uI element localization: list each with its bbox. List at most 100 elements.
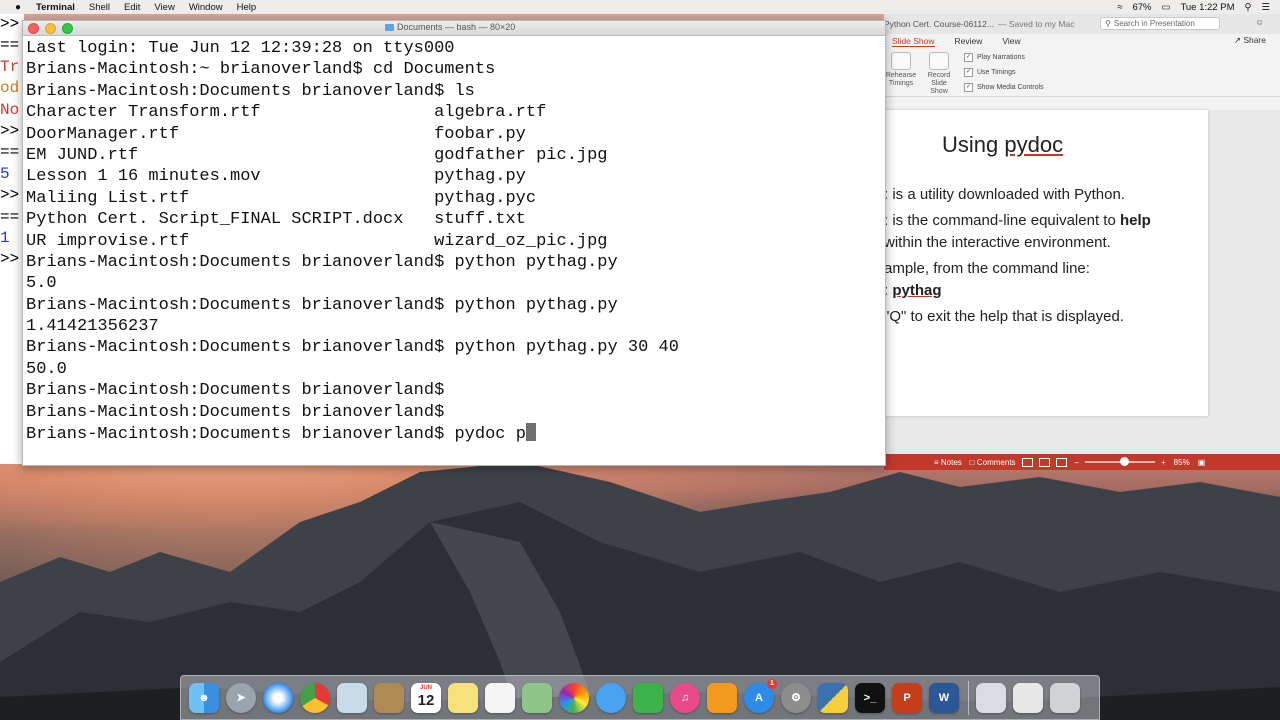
menu-window[interactable]: Window (189, 2, 223, 13)
notes-icon: ≡ (934, 457, 941, 467)
share-button[interactable]: ↗ Share (1234, 35, 1266, 46)
notes-icon[interactable] (448, 682, 478, 713)
tab-slide-show[interactable]: Slide Show (892, 36, 935, 47)
calendar-icon[interactable]: JUN 12 (411, 682, 441, 713)
comments-label: Comments (976, 457, 1016, 467)
slideshow-view-icon[interactable] (1055, 457, 1067, 467)
documents-icon[interactable] (1013, 682, 1043, 713)
facetime-icon[interactable] (633, 682, 663, 713)
fit-window-icon[interactable]: ▣ (1198, 458, 1206, 467)
slide-title: Using pydoc (942, 132, 1063, 158)
tab-review[interactable]: Review (955, 36, 983, 46)
shell-line: od (0, 79, 20, 98)
checkbox-box[interactable]: ✓ (964, 53, 973, 62)
messages-icon[interactable] (596, 682, 626, 713)
checkbox-use-timings[interactable]: ✓ Use Timings (964, 65, 1044, 80)
bullet-text: within the interactive environment. (884, 234, 1111, 251)
smiley-feedback-icon[interactable]: ☺ (1255, 17, 1264, 27)
battery-icon[interactable]: ▭ (1161, 2, 1170, 13)
menu-shell[interactable]: Shell (89, 2, 110, 13)
itunes-icon[interactable]: ♫ (670, 682, 700, 713)
word-icon[interactable]: W (929, 682, 959, 713)
zoom-slider[interactable] (1085, 457, 1155, 466)
menu-extras: ≈ 67% ▭ Tue 1:22 PM ⚲ ☰ (1117, 0, 1280, 14)
wifi-icon[interactable]: ≈ (1117, 2, 1122, 13)
checkbox-box[interactable]: ✓ (964, 83, 973, 92)
zoom-slider-knob[interactable] (1120, 457, 1129, 466)
slide-sorter-icon[interactable] (1038, 457, 1050, 467)
terminal-prompt-line[interactable]: Brians-Macintosh:Documents brianoverland… (26, 423, 885, 444)
slide-bullet: : is the command-line equivalent to help (884, 212, 1151, 229)
ppt-titlebar[interactable]: Python Cert. Course-06112... — Saved to … (884, 14, 1280, 34)
close-button[interactable] (28, 23, 39, 34)
terminal-titlebar[interactable]: Documents — bash — 80×20 (23, 21, 885, 36)
shell-line: 1 (0, 229, 10, 248)
menu-edit[interactable]: Edit (124, 2, 140, 13)
checkbox-label: Show Media Controls (977, 84, 1044, 91)
apple-menu-icon[interactable]: ● (10, 2, 26, 13)
terminal-window[interactable]: Documents — bash — 80×20 Last login: Tue… (22, 20, 886, 466)
shell-line: No (0, 100, 20, 119)
menu-help[interactable]: Help (237, 2, 257, 13)
notification-center-icon[interactable]: ☰ (1261, 2, 1270, 13)
record-slide-show-button[interactable]: Record Slide Show (922, 52, 956, 96)
menu-view[interactable]: View (154, 2, 174, 13)
appstore-badge: 1 (767, 678, 777, 689)
terminal-input[interactable]: pydoc p (454, 425, 525, 444)
python-icon[interactable] (818, 682, 848, 713)
powerpoint-icon[interactable]: P (892, 682, 922, 713)
terminal-line: Brians-Macintosh:Documents brianoverland… (26, 402, 445, 422)
menu-bar: ● Terminal Shell Edit View Window Help ≈… (0, 0, 1280, 14)
menu-app-name[interactable]: Terminal (36, 2, 75, 13)
notes-button[interactable]: ≡ Notes (934, 458, 962, 467)
checkbox-show-media-controls[interactable]: ✓ Show Media Controls (964, 80, 1044, 95)
zoom-in-icon[interactable]: + (1161, 458, 1166, 467)
terminal-line: Last login: Tue Jun 12 12:39:28 on ttys0… (26, 39, 455, 58)
zoom-out-icon[interactable]: – (1075, 458, 1079, 467)
normal-view-icon[interactable] (1021, 457, 1033, 467)
minimize-button[interactable] (45, 23, 56, 34)
tab-view[interactable]: View (1002, 36, 1020, 46)
comments-button[interactable]: □ Comments (970, 458, 1016, 467)
python-shell-window[interactable]: >> == Tr od No >> == 5 >> == 1 >> (0, 14, 24, 464)
zoom-button[interactable] (62, 23, 73, 34)
launchpad-icon[interactable]: ➤ (226, 682, 256, 713)
terminal-line: Character Transform.rtf algebra.rtf (26, 103, 547, 123)
spotlight-icon[interactable]: ⚲ (1245, 2, 1252, 13)
zoom-percent[interactable]: 85% (1174, 458, 1190, 467)
finder-icon[interactable]: ☻ (189, 682, 219, 713)
ppt-search-placeholder: Search in Presentation (1113, 19, 1195, 28)
shell-line: >> (0, 186, 20, 205)
rehearse-timings-button[interactable]: Rehearse Timings (884, 52, 918, 88)
photos-icon[interactable] (559, 682, 589, 713)
contacts-icon[interactable] (374, 682, 404, 713)
folder-icon[interactable] (976, 682, 1006, 713)
safari-icon[interactable] (263, 682, 293, 713)
bullet-text: ample, from the command line: (884, 260, 1090, 277)
preview-icon[interactable] (337, 682, 367, 713)
ppt-search-input[interactable]: ⚲ Search in Presentation (1100, 17, 1220, 30)
checkbox-play-narrations[interactable]: ✓ Play Narrations (964, 50, 1044, 65)
system-preferences-icon[interactable]: ⚙ (781, 682, 811, 713)
bullet-text: : is a utility downloaded with Python. (884, 186, 1125, 203)
terminal-output[interactable]: Last login: Tue Jun 12 12:39:28 on ttys0… (23, 36, 885, 444)
slide[interactable]: Using pydoc : is a utility downloaded wi… (884, 110, 1208, 416)
terminal-icon[interactable]: >_ (855, 682, 885, 713)
bullet-command: pythag (892, 282, 942, 299)
terminal-line: Lesson 1 16 minutes.mov pythag.py (26, 167, 526, 187)
checkbox-label: Use Timings (977, 69, 1016, 76)
maps-icon[interactable] (522, 682, 552, 713)
chrome-icon[interactable] (300, 682, 330, 713)
battery-percent[interactable]: 67% (1132, 2, 1151, 13)
ribbon-checkboxes: ✓ Play Narrations ✓ Use Timings ✓ Show Medi… (964, 50, 1044, 95)
ibooks-icon[interactable] (707, 682, 737, 713)
checkbox-box[interactable]: ✓ (964, 68, 973, 77)
trash-icon[interactable] (1050, 682, 1080, 713)
terminal-line: Brians-Macintosh:Documents brianoverland… (26, 338, 679, 358)
reminders-icon[interactable] (485, 682, 515, 713)
powerpoint-window[interactable]: Python Cert. Course-06112... — Saved to … (884, 14, 1280, 470)
appstore-icon[interactable]: A1 (744, 678, 777, 713)
terminal-line: 1.41421356237 (26, 317, 159, 337)
shell-line: == (0, 36, 20, 55)
menu-clock[interactable]: Tue 1:22 PM (1180, 2, 1234, 13)
